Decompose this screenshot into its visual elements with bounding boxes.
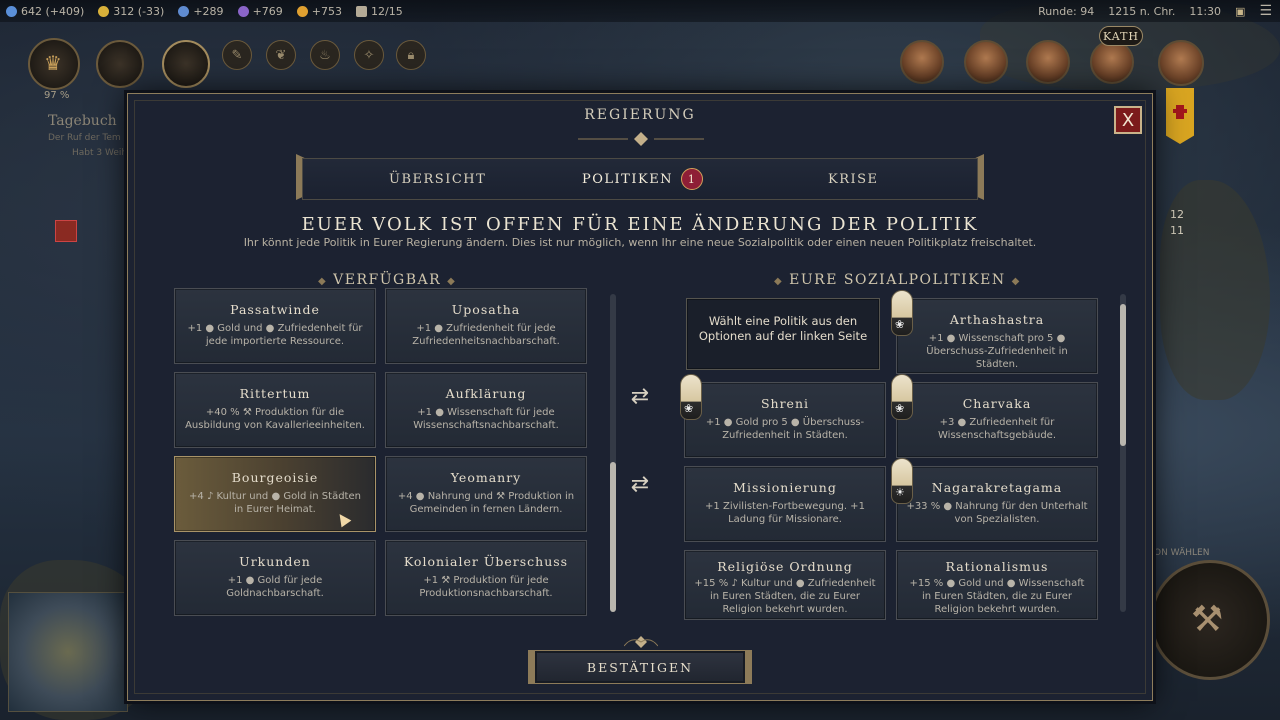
scrollbar-thumb[interactable] xyxy=(1120,304,1126,446)
tab-bar: ÜBERSICHT POLITIKEN 1 KRISE xyxy=(302,158,978,200)
trophy-icon: ♛ xyxy=(44,51,62,75)
tab-crisis[interactable]: KRISE xyxy=(828,159,879,199)
policy-card-urkunden[interactable]: Urkunden +1 ● Gold für jede Goldnachbars… xyxy=(174,540,376,616)
social-scrollbar[interactable] xyxy=(1120,294,1126,612)
menu-icon[interactable]: ☰ xyxy=(1259,3,1272,19)
journal-panel[interactable]: Tagebuch Der Ruf der Tem Habt 3 Weih xyxy=(48,113,127,158)
lock-icon[interactable]: 🔒︎ xyxy=(396,40,426,70)
hammer-icon: ⚒ xyxy=(1191,599,1224,640)
player-badge: KATH xyxy=(1099,26,1143,46)
close-button[interactable]: X xyxy=(1114,106,1142,134)
faith-icon xyxy=(178,5,190,17)
policy-card-aufklaerung[interactable]: Aufklärung +1 ● Wissenschaft für jede Wi… xyxy=(385,372,587,448)
confirm-button[interactable]: BESTÄTIGEN xyxy=(534,650,746,684)
year-display: 1215 n. Chr. xyxy=(1108,4,1176,18)
ornament-icon xyxy=(578,132,704,146)
lotus-icon: ❀ xyxy=(895,402,905,415)
quill-icon: ☀ xyxy=(891,458,913,504)
happiness-icon xyxy=(296,5,308,17)
policy-card-kolonialer-ueberschuss[interactable]: Kolonialer Überschuss +1 ⚒ Produktion fü… xyxy=(385,540,587,616)
resource-settlements[interactable]: 12/15 xyxy=(356,5,403,18)
quill-icon: ❀ xyxy=(891,290,913,336)
government-dialog: REGIERUNG X ÜBERSICHT POLITIKEN 1 KRISE E… xyxy=(127,93,1153,701)
policy-card-uposatha[interactable]: Uposatha +1 ● Zufriedenheit für jede Zuf… xyxy=(385,288,587,364)
journal-title: Tagebuch xyxy=(48,113,117,129)
swap-arrows-icon[interactable]: ⇄ xyxy=(625,472,655,498)
quill-icon: ❀ xyxy=(891,374,913,420)
leaf-icon[interactable]: ❦ xyxy=(266,40,296,70)
policy-card-passatwinde[interactable]: Passatwinde +1 ● Gold und ● Zufriedenhei… xyxy=(174,288,376,364)
minimap[interactable] xyxy=(8,592,128,712)
age-progress-label: 97 % xyxy=(44,90,70,101)
policy-card-yeomanry[interactable]: Yeomanry +4 ● Nahrung und ⚒ Produktion i… xyxy=(385,456,587,532)
social-section-title: ◆ EURE SOZIALPOLITIKEN ◆ xyxy=(774,272,1021,288)
culture-icon xyxy=(237,5,249,17)
player-leader-portrait[interactable] xyxy=(1158,40,1204,86)
gold-icon xyxy=(98,5,110,17)
policy-card-rationalismus[interactable]: Rationalismus +15 % ● Gold und ● Wissens… xyxy=(896,550,1098,620)
clock: 11:30 xyxy=(1189,4,1222,18)
cross-icon xyxy=(1173,109,1187,113)
journal-quest: Der Ruf der Tem xyxy=(48,133,121,143)
page-headline: EUER VOLK IST OFFEN FÜR EINE ÄNDERUNG DE… xyxy=(301,214,979,235)
leader-portrait[interactable] xyxy=(900,40,944,84)
city-label[interactable]: 11 xyxy=(1170,224,1184,237)
sun-icon: ☀ xyxy=(895,486,905,499)
dialog-title: REGIERUNG xyxy=(584,107,696,123)
policy-card-religioese-ordnung[interactable]: Religiöse Ordnung +15 % ♪ Kultur und ● Z… xyxy=(684,550,886,620)
scrollbar-thumb[interactable] xyxy=(610,462,616,612)
science-icon xyxy=(6,5,17,17)
leader-portrait[interactable] xyxy=(1026,40,1070,84)
policy-card-charvaka[interactable]: Charvaka +3 ● Zufriedenheit für Wissensc… xyxy=(896,382,1098,458)
screenshot-icon[interactable]: ▣ xyxy=(1235,5,1245,18)
dove-icon[interactable]: ✧ xyxy=(354,40,384,70)
advisor-button[interactable] xyxy=(96,40,144,88)
civilization-button[interactable] xyxy=(162,40,210,88)
resource-science[interactable]: 642 (+409) xyxy=(6,5,84,18)
resource-faith[interactable]: +289 xyxy=(178,5,224,18)
age-progress-button[interactable]: ♛ xyxy=(28,38,80,90)
lotus-icon: ❀ xyxy=(895,318,905,331)
resource-culture[interactable]: +769 xyxy=(237,5,283,18)
tab-overview[interactable]: ÜBERSICHT xyxy=(389,159,486,199)
city-label[interactable]: 12 xyxy=(1170,208,1184,221)
policy-card-nagarakretagama[interactable]: Nagarakretagama +33 % ● Nahrung für den … xyxy=(896,466,1098,542)
leader-portrait[interactable] xyxy=(1090,40,1134,84)
ornament-icon xyxy=(624,636,658,648)
policy-card-shreni[interactable]: Shreni +1 ● Gold pro 5 ● Überschuss-Zufr… xyxy=(684,382,886,458)
quill-icon: ❀ xyxy=(680,374,702,420)
policy-card-arthashastra[interactable]: Arthashastra +1 ● Wissenschaft pro 5 ● Ü… xyxy=(896,298,1098,374)
policy-card-rittertum[interactable]: Rittertum +40 % ⚒ Produktion für die Aus… xyxy=(174,372,376,448)
page-subtitle: Ihr könnt jede Politik in Eurer Regierun… xyxy=(243,236,1037,249)
swap-arrows-icon[interactable]: ⇄ xyxy=(625,384,655,410)
resource-happiness[interactable]: +753 xyxy=(296,5,342,18)
available-section-title: ◆ VERFÜGBAR ◆ xyxy=(318,272,457,288)
notification-badge: 1 xyxy=(681,168,704,190)
policy-card-missionierung[interactable]: Missionierung +1 Zivilisten-Fortbewegung… xyxy=(684,466,886,542)
settlement-icon xyxy=(356,5,367,17)
map-hint: ON WÄHLEN xyxy=(1154,548,1210,558)
scroll-icon[interactable]: ✎ xyxy=(222,40,252,70)
turn-counter: Runde: 94 xyxy=(1038,4,1095,18)
notification-icon[interactable] xyxy=(55,220,77,242)
vase-icon[interactable]: ♨ xyxy=(310,40,340,70)
action-wheel[interactable]: ⚒ xyxy=(1150,560,1270,680)
leader-portrait[interactable] xyxy=(964,40,1008,84)
journal-quest-detail: Habt 3 Weih xyxy=(72,148,128,158)
available-scrollbar[interactable] xyxy=(610,294,616,612)
tab-policies[interactable]: POLITIKEN 1 xyxy=(582,159,704,199)
empty-policy-slot[interactable]: Wählt eine Politik aus den Optionen auf … xyxy=(686,298,880,370)
resource-gold[interactable]: 312 (-33) xyxy=(98,5,164,18)
top-resource-bar: 642 (+409) 312 (-33) +289 +769 +753 12/1… xyxy=(0,0,1280,22)
lotus-icon: ❀ xyxy=(684,402,694,415)
